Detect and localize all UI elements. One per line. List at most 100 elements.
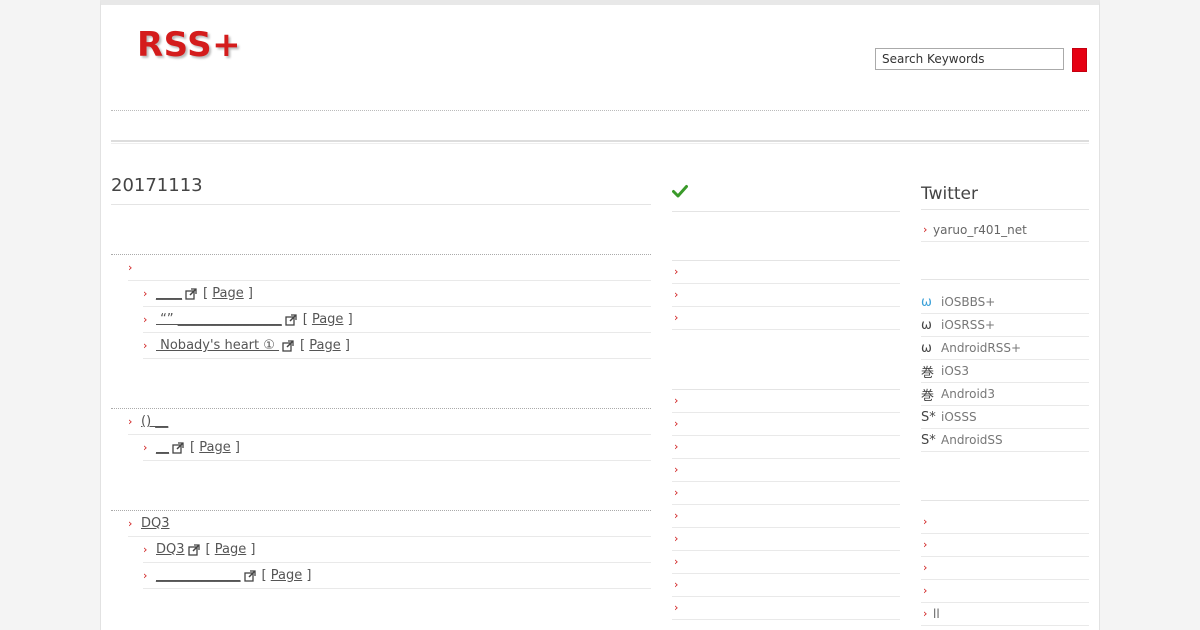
bracket-open: [ <box>261 568 271 583</box>
page-link[interactable]: Page <box>215 542 246 557</box>
list-item[interactable]: › <box>672 551 900 574</box>
section-divider <box>111 359 651 409</box>
omega-icon: ω <box>921 340 932 356</box>
external-link-icon <box>187 543 200 556</box>
list-item[interactable]: › <box>672 459 900 482</box>
app-link-iosss[interactable]: S* iOSSS <box>921 406 1089 429</box>
article-list: › ____ [ Page ] › “” ________________ [ … <box>128 281 651 359</box>
section-heading-link[interactable]: DQ3 <box>141 516 170 531</box>
sidebar-list-item[interactable]: › <box>921 580 1089 603</box>
chevron-right-icon: › <box>143 312 148 326</box>
chevron-right-icon: › <box>674 462 679 476</box>
section: › › ____ [ Page ] › “” ________________ … <box>111 255 651 359</box>
app-link-iosrss[interactable]: ω iOSRSS+ <box>921 314 1089 337</box>
article-link[interactable]: Nobady's heart ① <box>156 338 279 353</box>
search-input[interactable] <box>875 48 1064 70</box>
section-divider <box>921 452 1089 501</box>
middle-column: › › › › › › › › › › › › › <box>672 175 900 620</box>
chevron-right-icon: › <box>143 542 148 556</box>
list-item[interactable]: › <box>672 597 900 620</box>
bracket-close: ] <box>246 542 256 557</box>
list-item[interactable]: › <box>672 528 900 551</box>
list-item[interactable]: › <box>672 261 900 284</box>
right-sidebar: Twitter › yaruo_r401_net ω iOSBBS+ ω iOS… <box>921 175 1089 630</box>
app-label: AndroidSS <box>941 433 1003 447</box>
article-link[interactable]: DQ3 <box>156 542 185 557</box>
section-divider <box>111 461 651 511</box>
bracket-open: [ <box>205 542 215 557</box>
ss-icon: S* <box>921 409 936 425</box>
bracket-open: [ <box>302 312 312 327</box>
list-item[interactable]: › <box>672 505 900 528</box>
app-label: iOS3 <box>941 364 970 378</box>
bracket-open: [ <box>190 440 200 455</box>
twitter-account-link[interactable]: › yaruo_r401_net <box>921 219 1089 242</box>
site-logo[interactable]: RSS+ <box>137 25 241 65</box>
article-link[interactable]: __ <box>156 440 169 455</box>
section-heading[interactable]: › DQ3 <box>128 511 651 537</box>
chevron-right-icon: › <box>128 260 133 274</box>
page-link[interactable]: Page <box>199 440 230 455</box>
app-label: Android3 <box>941 387 996 401</box>
section-divider <box>672 330 900 390</box>
app-link-ios3[interactable]: 巻 iOS3 <box>921 360 1089 383</box>
article-link[interactable]: _____________ <box>156 568 241 583</box>
app-label: AndroidRSS+ <box>941 341 1022 355</box>
list-item[interactable]: › <box>672 390 900 413</box>
section-heading[interactable]: › () __ <box>128 409 651 435</box>
chevron-right-icon: › <box>143 440 148 454</box>
list-item[interactable]: › <box>672 574 900 597</box>
app-link-iosbbs[interactable]: ω iOSBBS+ <box>921 291 1089 314</box>
nav-bar <box>111 140 1089 144</box>
page-title: 20171113 <box>111 175 651 205</box>
middle-column-header <box>672 175 900 212</box>
app-link-androidrss[interactable]: ω AndroidRSS+ <box>921 337 1089 360</box>
section-heading[interactable]: › <box>128 255 651 281</box>
section-heading-link[interactable]: () __ <box>141 414 168 429</box>
external-link-icon <box>172 441 184 454</box>
list-item[interactable]: › <box>672 482 900 505</box>
list-item[interactable]: › <box>672 284 900 307</box>
list-item[interactable]: › <box>672 307 900 330</box>
chevron-right-icon: › <box>674 310 679 324</box>
chevron-right-icon: › <box>923 560 928 574</box>
list-item[interactable]: › <box>672 436 900 459</box>
app-link-androidss[interactable]: S* AndroidSS <box>921 429 1089 452</box>
article-link[interactable]: ____ <box>156 286 182 301</box>
app-link-android3[interactable]: 巻 Android3 <box>921 383 1089 406</box>
search-button[interactable] <box>1072 48 1087 72</box>
page-link[interactable]: Page <box>271 568 302 583</box>
chevron-right-icon: › <box>128 516 133 530</box>
page-link[interactable]: Page <box>309 338 340 353</box>
page-link[interactable]: Page <box>312 312 343 327</box>
list-item: › _____________ [ Page ] <box>143 563 651 589</box>
list-item[interactable]: › <box>672 413 900 436</box>
scroll-kanji-icon: 巻 <box>921 365 935 381</box>
section: › () __ › __ [ Page ] <box>111 409 651 461</box>
section-divider <box>672 212 900 261</box>
chevron-right-icon: › <box>674 485 679 499</box>
sidebar-list-item[interactable]: › <box>921 511 1089 534</box>
external-link-icon <box>185 287 197 300</box>
article-list: › DQ3 [ Page ] › _____________ [ Page ] <box>128 537 651 589</box>
main-column: 20171113 › › ____ [ Page ] › “” ________… <box>111 175 651 589</box>
sidebar-list-item[interactable]: › ll <box>921 603 1089 626</box>
page-link[interactable]: Page <box>212 286 243 301</box>
app-label: iOSBBS+ <box>941 295 996 309</box>
bracket-close: ] <box>340 338 350 353</box>
chevron-right-icon: › <box>674 508 679 522</box>
app-label: iOSRSS+ <box>941 318 996 332</box>
sidebar-list-item[interactable]: › <box>921 557 1089 580</box>
chevron-right-icon: › <box>674 577 679 591</box>
chevron-right-icon: › <box>923 583 928 597</box>
article-link[interactable]: “” ________________ <box>156 312 282 327</box>
sidebar-list-item[interactable]: › <box>921 534 1089 557</box>
sidebar-list-item[interactable]: › <box>921 626 1089 630</box>
app-label: iOSSS <box>941 410 977 424</box>
ss-icon: S* <box>921 432 936 448</box>
bracket-close: ] <box>343 312 353 327</box>
list-item: › Nobady's heart ① [ Page ] <box>143 333 651 359</box>
bracket-close: ] <box>302 568 312 583</box>
chevron-right-icon: › <box>143 338 148 352</box>
